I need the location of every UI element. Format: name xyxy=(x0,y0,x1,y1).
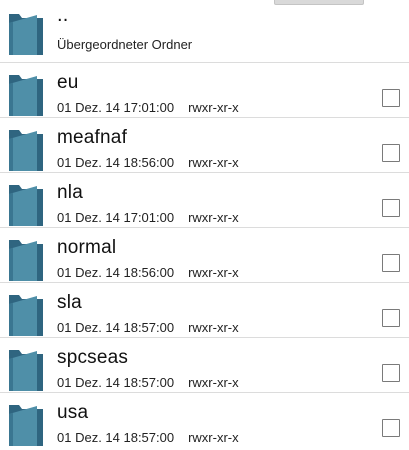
folder-name: normal xyxy=(57,237,117,258)
folder-permissions: rwxr-xr-x xyxy=(188,375,239,390)
select-checkbox[interactable] xyxy=(382,309,400,327)
folder-date: 01 Dez. 14 18:57:00 xyxy=(57,320,175,335)
folder-row-meafnaf[interactable]: meafnaf 01 Dez. 14 18:56:00 rwxr-xr-x xyxy=(0,118,409,173)
folder-date: 01 Dez. 14 18:57:00 xyxy=(57,430,175,445)
folder-date: 01 Dez. 14 17:01:00 xyxy=(57,100,175,115)
folder-meta: 01 Dez. 14 17:01:00 rwxr-xr-x xyxy=(57,100,239,115)
folder-icon xyxy=(9,75,43,116)
folder-name: sla xyxy=(57,292,82,313)
folder-date: 01 Dez. 14 18:57:00 xyxy=(57,375,175,390)
folder-row-eu[interactable]: eu 01 Dez. 14 17:01:00 rwxr-xr-x xyxy=(0,63,409,118)
folder-permissions: rwxr-xr-x xyxy=(188,210,239,225)
folder-icon xyxy=(9,130,43,171)
folder-meta: 01 Dez. 14 18:56:00 rwxr-xr-x xyxy=(57,155,239,170)
folder-row-normal[interactable]: normal 01 Dez. 14 18:56:00 rwxr-xr-x xyxy=(0,228,409,283)
folder-name: nla xyxy=(57,182,83,203)
folder-permissions: rwxr-xr-x xyxy=(188,155,239,170)
folder-date: 01 Dez. 14 18:56:00 xyxy=(57,155,175,170)
folder-date: 01 Dez. 14 17:01:00 xyxy=(57,210,175,225)
folder-name: meafnaf xyxy=(57,127,128,148)
select-checkbox[interactable] xyxy=(382,199,400,217)
folder-meta: 01 Dez. 14 18:57:00 rwxr-xr-x xyxy=(57,430,239,445)
folder-icon xyxy=(9,240,43,281)
parent-folder-name: .. xyxy=(57,4,69,26)
folder-name: eu xyxy=(57,72,79,93)
folder-permissions: rwxr-xr-x xyxy=(188,100,239,115)
folder-meta: 01 Dez. 14 17:01:00 rwxr-xr-x xyxy=(57,210,239,225)
folder-row-spcseas[interactable]: spcseas 01 Dez. 14 18:57:00 rwxr-xr-x xyxy=(0,338,409,393)
select-checkbox[interactable] xyxy=(382,419,400,437)
select-checkbox[interactable] xyxy=(382,144,400,162)
folder-meta: 01 Dez. 14 18:57:00 rwxr-xr-x xyxy=(57,375,239,390)
folder-name: usa xyxy=(57,402,89,423)
folder-date: 01 Dez. 14 18:56:00 xyxy=(57,265,175,280)
select-checkbox[interactable] xyxy=(382,89,400,107)
select-checkbox[interactable] xyxy=(382,254,400,272)
folder-name: spcseas xyxy=(57,347,129,368)
folder-row-sla[interactable]: sla 01 Dez. 14 18:57:00 rwxr-xr-x xyxy=(0,283,409,338)
folder-permissions: rwxr-xr-x xyxy=(188,265,239,280)
folder-icon xyxy=(9,350,43,391)
folder-row-usa[interactable]: usa 01 Dez. 14 18:57:00 rwxr-xr-x xyxy=(0,393,409,450)
folder-icon xyxy=(9,295,43,336)
folder-icon xyxy=(9,185,43,226)
folder-permissions: rwxr-xr-x xyxy=(188,430,239,445)
folder-meta: 01 Dez. 14 18:57:00 rwxr-xr-x xyxy=(57,320,239,335)
folder-row-nla[interactable]: nla 01 Dez. 14 17:01:00 rwxr-xr-x xyxy=(0,173,409,228)
folder-icon xyxy=(9,14,43,55)
parent-folder-row[interactable]: .. Übergeordneter Ordner xyxy=(0,0,409,63)
folder-icon xyxy=(9,405,43,446)
parent-folder-label: Übergeordneter Ordner xyxy=(57,37,193,52)
folder-meta: 01 Dez. 14 18:56:00 rwxr-xr-x xyxy=(57,265,239,280)
select-checkbox[interactable] xyxy=(382,364,400,382)
folder-permissions: rwxr-xr-x xyxy=(188,320,239,335)
